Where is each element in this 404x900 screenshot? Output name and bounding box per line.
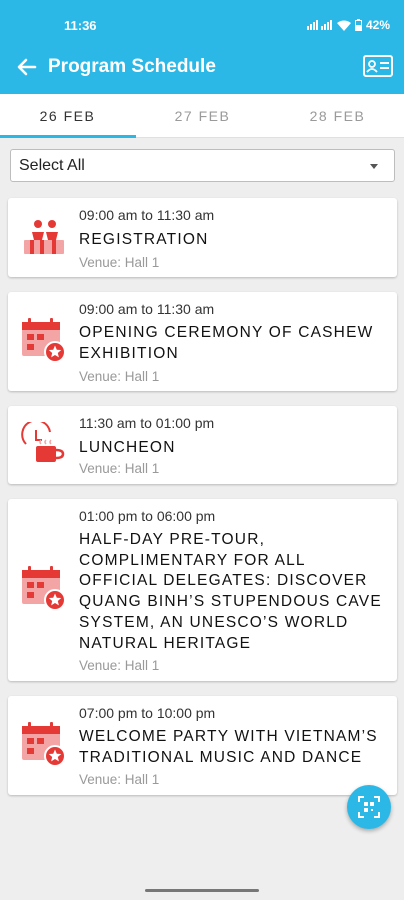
tab-27-feb[interactable]: 27 FEB (135, 94, 270, 138)
app-bar: Program Schedule (0, 40, 404, 94)
calendar-star-icon (22, 318, 66, 363)
filter-select[interactable]: Select All (10, 149, 395, 182)
event-time: 07:00 pm to 10:00 pm (79, 705, 216, 721)
event-title: LUNCHEON (79, 439, 176, 456)
event-venue: Venue: Hall 1 (79, 369, 160, 384)
battery-percent: 42% (365, 18, 390, 32)
event-card[interactable]: 09:00 am to 11:30 am OPENING CEREMONY OF… (8, 292, 397, 391)
calendar-star-icon (22, 566, 66, 611)
arrow-left-icon[interactable] (14, 54, 40, 80)
battery-icon (354, 19, 362, 31)
id-card-icon[interactable] (362, 52, 394, 80)
signal-icon (306, 20, 332, 30)
event-venue: Venue: Hall 1 (79, 461, 160, 476)
dropdown-caret-icon (370, 164, 378, 169)
tab-28-feb[interactable]: 28 FEB (270, 94, 404, 138)
status-icons: 42% (306, 18, 390, 32)
page-title: Program Schedule (48, 56, 216, 77)
home-indicator (145, 889, 259, 892)
filter-select-value: Select All (19, 157, 85, 174)
event-title: HALF-DAY PRE-TOUR, COMPLIMENTARY FOR ALL… (79, 531, 382, 652)
wifi-icon (336, 20, 351, 31)
event-venue: Venue: Hall 1 (79, 658, 160, 673)
event-card[interactable]: 01:00 pm to 06:00 pm HALF-DAY PRE-TOUR, … (8, 499, 397, 681)
status-time: 11:36 (64, 18, 97, 33)
event-title: WELCOME PARTY WITH VIETNAM’S TRADITIONAL… (79, 728, 378, 766)
date-tabs: 26 FEB 27 FEB 28 FEB (0, 94, 404, 138)
coffee-clock-icon (21, 422, 65, 462)
event-card[interactable]: 07:00 pm to 10:00 pm WELCOME PARTY WITH … (8, 696, 397, 795)
event-time: 11:30 am to 01:00 pm (79, 415, 215, 431)
event-card[interactable]: 11:30 am to 01:00 pm LUNCHEON Venue: Hal… (8, 406, 397, 484)
event-time: 09:00 am to 11:30 am (79, 207, 215, 223)
event-venue: Venue: Hall 1 (79, 255, 160, 270)
event-title: OPENING CEREMONY OF CASHEW EXHIBITION (79, 324, 374, 362)
tab-26-feb[interactable]: 26 FEB (0, 94, 135, 138)
event-time: 01:00 pm to 06:00 pm (79, 508, 216, 524)
event-title: REGISTRATION (79, 231, 209, 248)
event-venue: Venue: Hall 1 (79, 772, 160, 787)
status-bar: 11:36 42% (0, 0, 404, 40)
registration-icon (24, 220, 64, 254)
active-tab-indicator (0, 135, 136, 138)
event-time: 09:00 am to 11:30 am (79, 301, 215, 317)
qr-scan-button[interactable] (347, 785, 391, 829)
qr-scan-icon (358, 796, 380, 818)
event-card[interactable]: 09:00 am to 11:30 am REGISTRATION Venue:… (8, 198, 397, 277)
calendar-star-icon (22, 722, 66, 767)
